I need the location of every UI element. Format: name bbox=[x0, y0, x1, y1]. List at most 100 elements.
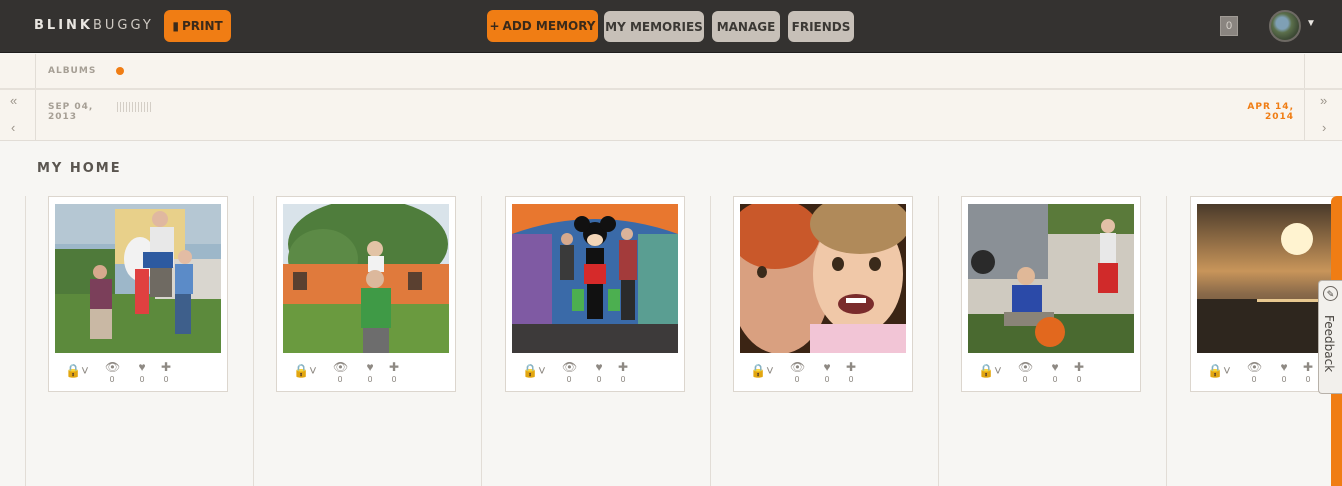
views-stat: 👁 0 bbox=[790, 360, 806, 385]
memory-card[interactable]: 🔒˅ 👁 0 ♥ 0 ✚ 0 bbox=[505, 196, 685, 392]
memory-photo[interactable] bbox=[55, 204, 221, 353]
column-divider bbox=[710, 196, 711, 486]
lock-icon[interactable]: 🔒˅ bbox=[522, 363, 546, 379]
views-count: 0 bbox=[337, 375, 343, 384]
likes-stat[interactable]: ♥ 0 bbox=[363, 361, 377, 385]
card-stats: 🔒˅ 👁 0 ♥ 0 ✚ 0 bbox=[49, 359, 227, 387]
column-divider bbox=[938, 196, 939, 486]
likes-count: 0 bbox=[367, 375, 373, 384]
manage-label: MANAGE bbox=[716, 19, 776, 34]
eye-icon: 👁 bbox=[105, 360, 121, 374]
album-timeline bbox=[0, 54, 1342, 141]
friends-label: FRIENDS bbox=[791, 19, 851, 34]
adds-stat[interactable]: ✚ 0 bbox=[387, 361, 401, 385]
plus-icon: ✚ bbox=[1302, 360, 1314, 374]
likes-count: 0 bbox=[1281, 375, 1287, 384]
adds-count: 0 bbox=[1076, 375, 1082, 384]
adds-stat[interactable]: ✚ 0 bbox=[1072, 361, 1086, 385]
column-divider bbox=[481, 196, 482, 486]
adds-stat[interactable]: ✚ 0 bbox=[616, 361, 630, 385]
card-stats: 🔒˅ 👁 0 ♥ 0 ✚ 0 bbox=[962, 359, 1140, 387]
memory-photo[interactable] bbox=[740, 204, 906, 353]
friends-button[interactable]: FRIENDS bbox=[788, 11, 854, 42]
feedback-tab[interactable]: ✎ Feedback bbox=[1318, 280, 1342, 394]
heart-icon: ♥ bbox=[823, 360, 831, 374]
timeline-first-icon[interactable]: « bbox=[10, 93, 17, 108]
memory-photo[interactable] bbox=[283, 204, 449, 353]
views-stat: 👁 0 bbox=[562, 360, 578, 385]
views-count: 0 bbox=[1251, 375, 1257, 384]
timeline-track bbox=[35, 54, 1305, 141]
lock-icon[interactable]: 🔒˅ bbox=[978, 363, 1002, 379]
timeline-next-icon[interactable]: › bbox=[1322, 120, 1326, 135]
logo[interactable]: BLINKBUGGY bbox=[34, 18, 154, 33]
adds-count: 0 bbox=[391, 375, 397, 384]
feedback-icon: ✎ bbox=[1323, 286, 1338, 301]
timeline-ticks[interactable] bbox=[117, 102, 153, 112]
eye-icon: 👁 bbox=[562, 360, 578, 374]
avatar[interactable] bbox=[1269, 10, 1301, 42]
eye-icon: 👁 bbox=[333, 360, 349, 374]
end-date-line2: 2014 bbox=[1264, 112, 1294, 122]
logo-light-text: BUGGY bbox=[92, 18, 154, 33]
column-divider bbox=[253, 196, 254, 486]
plus-icon: + bbox=[489, 19, 500, 33]
likes-stat[interactable]: ♥ 0 bbox=[820, 361, 834, 385]
chevron-down-icon[interactable]: ▼ bbox=[1306, 18, 1316, 29]
manage-button[interactable]: MANAGE bbox=[712, 11, 780, 42]
memory-card[interactable]: 🔒˅ 👁 0 ♥ 0 ✚ 0 bbox=[276, 196, 456, 392]
likes-count: 0 bbox=[1052, 375, 1058, 384]
section-title: MY HOME bbox=[37, 161, 122, 176]
memory-card[interactable]: 🔒˅ 👁 0 ♥ 0 ✚ 0 bbox=[961, 196, 1141, 392]
heart-icon: ♥ bbox=[138, 360, 146, 374]
likes-count: 0 bbox=[824, 375, 830, 384]
adds-count: 0 bbox=[163, 375, 169, 384]
plus-icon: ✚ bbox=[160, 360, 172, 374]
end-date-line1: APR 14, bbox=[1247, 102, 1294, 112]
add-memory-button[interactable]: + ADD MEMORY bbox=[487, 10, 598, 42]
likes-stat[interactable]: ♥ 0 bbox=[1048, 361, 1062, 385]
plus-icon: ✚ bbox=[1073, 360, 1085, 374]
book-icon: ▮ bbox=[172, 19, 179, 33]
logo-bold-text: BLINK bbox=[34, 18, 93, 33]
likes-stat[interactable]: ♥ 0 bbox=[135, 361, 149, 385]
views-count: 0 bbox=[109, 375, 115, 384]
memory-photo[interactable] bbox=[512, 204, 678, 353]
memory-photo[interactable] bbox=[968, 204, 1134, 353]
heart-icon: ♥ bbox=[1280, 360, 1288, 374]
timeline-start-date: SEP 04, 2013 bbox=[48, 102, 93, 122]
views-count: 0 bbox=[566, 375, 572, 384]
lock-icon[interactable]: 🔒˅ bbox=[1207, 363, 1231, 379]
lock-icon[interactable]: 🔒˅ bbox=[293, 363, 317, 379]
likes-count: 0 bbox=[596, 375, 602, 384]
my-memories-button[interactable]: MY MEMORIES bbox=[604, 11, 704, 42]
memory-card[interactable]: 🔒˅ 👁 0 ♥ 0 ✚ 0 bbox=[48, 196, 228, 392]
lock-icon[interactable]: 🔒˅ bbox=[750, 363, 774, 379]
memory-card[interactable]: 🔒˅ 👁 0 ♥ 0 ✚ 0 bbox=[733, 196, 913, 392]
column-divider bbox=[1166, 196, 1167, 486]
views-count: 0 bbox=[1022, 375, 1028, 384]
adds-stat[interactable]: ✚ 0 bbox=[844, 361, 858, 385]
print-button[interactable]: ▮ PRINT bbox=[164, 10, 231, 42]
likes-stat[interactable]: ♥ 0 bbox=[1277, 361, 1291, 385]
lock-icon[interactable]: 🔒˅ bbox=[65, 363, 89, 379]
adds-count: 0 bbox=[848, 375, 854, 384]
eye-icon: 👁 bbox=[1247, 360, 1263, 374]
adds-count: 0 bbox=[620, 375, 626, 384]
heart-icon: ♥ bbox=[1051, 360, 1059, 374]
eye-icon: 👁 bbox=[790, 360, 806, 374]
likes-stat[interactable]: ♥ 0 bbox=[592, 361, 606, 385]
plus-icon: ✚ bbox=[388, 360, 400, 374]
adds-stat[interactable]: ✚ 0 bbox=[1301, 361, 1315, 385]
top-navigation-bar: BLINKBUGGY ▮ PRINT + ADD MEMORY MY MEMOR… bbox=[0, 0, 1342, 53]
plus-icon: ✚ bbox=[845, 360, 857, 374]
card-stats: 🔒˅ 👁 0 ♥ 0 ✚ 0 bbox=[506, 359, 684, 387]
notification-counter[interactable]: 0 bbox=[1220, 16, 1238, 36]
timeline-last-icon[interactable]: » bbox=[1320, 93, 1327, 108]
adds-stat[interactable]: ✚ 0 bbox=[159, 361, 173, 385]
print-label: PRINT bbox=[181, 19, 223, 33]
album-marker[interactable] bbox=[116, 67, 124, 75]
column-divider bbox=[25, 196, 26, 486]
adds-count: 0 bbox=[1305, 375, 1311, 384]
timeline-prev-icon[interactable]: ‹ bbox=[11, 120, 15, 135]
